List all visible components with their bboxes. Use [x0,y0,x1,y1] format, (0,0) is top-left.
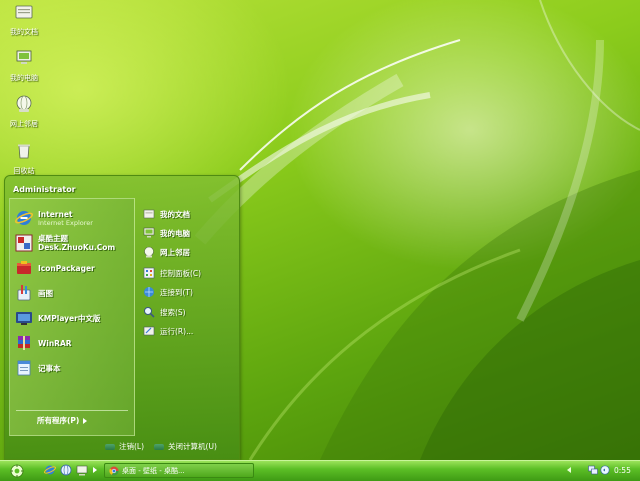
control-panel-icon [143,267,155,279]
start-button[interactable] [2,462,32,480]
folder-documents-icon [15,5,33,19]
programs-separator [16,410,128,411]
chrome-icon [109,466,119,475]
program-internet-explorer[interactable]: Internet Internet Explorer [15,207,93,229]
desktop-icon-label: 网上邻居 [10,120,38,128]
search-icon [144,307,155,318]
program-title: 画图 [38,288,53,298]
logoff-icon [105,443,115,450]
place-my-documents[interactable]: 我的文档 [143,206,190,222]
start-menu-footer: 注销(L) 关闭计算机(U) [105,441,227,452]
shutdown-button[interactable]: 关闭计算机(U) [154,441,217,452]
program-title: KMPlayer中文版 [38,313,101,323]
all-programs-button[interactable]: 所有程序(P) [37,415,88,426]
clock[interactable]: 0:55 [614,466,631,475]
program-subtitle: Desk.ZhuoKu.Com [38,243,116,252]
place-control-panel[interactable]: 控制面板(C) [143,265,201,281]
all-programs-label: 所有程序(P) [37,416,80,425]
place-search[interactable]: 搜索(S) [143,304,186,320]
place-connect-to[interactable]: 连接到(T) [143,284,193,300]
program-winrar[interactable]: WinRAR [15,332,72,354]
place-network[interactable]: 网上邻居 [143,244,190,260]
desktop-icon-label: 我的文档 [10,28,38,36]
network-icon [16,95,32,112]
quicklaunch-expand-icon[interactable] [93,467,97,473]
quicklaunch-desktop-icon[interactable] [76,464,88,476]
desktop-icon-label: 我的电脑 [10,74,38,82]
taskbar-window-button[interactable]: 桌面 - 壁纸 - 桌酷... [104,463,254,478]
computer-icon [143,227,155,238]
tray-network-icon[interactable] [588,465,598,475]
start-menu-places-pane: 我的文档 我的电脑 网上邻居 控制面板(C) 连接到(T) 搜索(S) 运行(R… [137,198,237,434]
program-title: Internet [38,209,73,219]
program-title: 记事本 [38,363,61,373]
zhuoku-theme-icon [15,234,33,252]
desktop-icon-network[interactable]: 网上邻居 [2,94,46,129]
quicklaunch-globe-icon[interactable] [60,464,72,476]
iconpackager-icon [17,261,31,274]
program-title: WinRAR [38,338,72,348]
program-notepad[interactable]: 记事本 [15,357,61,379]
shutdown-label: 关闭计算机(U) [168,442,217,451]
shutdown-icon [154,443,165,450]
tray-expand-icon[interactable] [567,467,571,473]
winrar-icon [18,336,30,350]
start-menu-username: Administrator [13,185,76,194]
place-label: 连接到(T) [160,287,193,297]
place-run[interactable]: 运行(R)... [143,323,193,339]
computer-icon [16,50,32,64]
tray-volume-icon[interactable] [600,465,610,475]
place-label: 搜索(S) [160,307,186,317]
program-paint[interactable]: 画图 [15,282,53,304]
kmplayer-icon [16,312,32,325]
desktop-icon-my-computer[interactable]: 我的电脑 [2,48,46,83]
place-label: 我的电脑 [160,228,190,238]
start-orb-icon [10,464,24,478]
paint-icon [17,285,31,301]
taskbar: 桌面 - 壁纸 - 桌酷... 0:55 [0,460,640,481]
start-menu-programs-pane: Internet Internet Explorer 桌酷主题 Desk.Zhu… [9,198,135,436]
program-zhuoku-theme[interactable]: 桌酷主题 Desk.ZhuoKu.Com [15,232,115,254]
logoff-label: 注销(L) [119,442,145,451]
program-title: 桌酷主题 [38,234,68,243]
desktop-icon-recycle-bin[interactable]: 回收站 [2,141,46,176]
folder-documents-icon [143,209,155,219]
taskbar-window-title: 桌面 - 壁纸 - 桌酷... [122,466,185,475]
quicklaunch-ie-icon[interactable] [44,464,56,476]
place-label: 运行(R)... [160,326,194,336]
notepad-icon [17,360,31,376]
program-subtitle: Internet Explorer [38,218,93,227]
run-icon [143,326,155,336]
program-iconpackager[interactable]: IconPackager [15,257,95,279]
place-label: 我的文档 [160,209,190,219]
start-menu: Administrator Internet Internet Explorer… [4,175,240,460]
connect-to-icon [144,287,154,297]
place-label: 控制面板(C) [160,268,202,278]
logoff-button[interactable]: 注销(L) [105,441,144,452]
place-label: 网上邻居 [160,247,190,257]
network-icon [144,246,154,258]
program-title: IconPackager [38,263,95,273]
program-kmplayer[interactable]: KMPlayer中文版 [15,307,100,329]
recycle-bin-icon [18,144,30,159]
internet-explorer-icon [15,211,33,225]
desktop-icon-my-documents[interactable]: 我的文档 [2,2,46,37]
arrow-right-icon [83,418,88,424]
place-my-computer[interactable]: 我的电脑 [143,225,190,241]
